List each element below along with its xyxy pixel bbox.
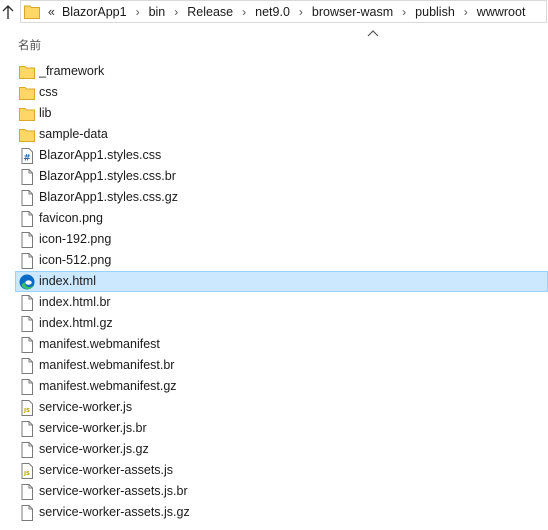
file-icon (19, 169, 35, 185)
file-name: manifest.webmanifest.gz (39, 379, 177, 393)
file-name: service-worker.js.gz (39, 442, 149, 456)
file-row[interactable]: service-worker.js.br (0, 418, 548, 439)
up-arrow-icon[interactable] (1, 4, 15, 20)
edge-browser-icon (19, 274, 35, 290)
file-icon (19, 295, 35, 311)
address-bar[interactable]: « BlazorApp1 › bin › Release › net9.0 › browser-… (20, 0, 547, 23)
file-icon (19, 379, 35, 395)
file-icon (19, 505, 35, 521)
breadcrumb-item[interactable]: BlazorApp1 (61, 5, 128, 19)
file-name: _framework (39, 64, 105, 78)
file-row[interactable]: index.html.br (0, 292, 548, 313)
file-row[interactable]: JS service-worker.js (0, 397, 548, 418)
svg-text:JS: JS (23, 408, 30, 414)
breadcrumb-separator-icon[interactable]: › (291, 5, 311, 19)
file-list: _frameworkcss lib sample-data # BlazorApp1.s… (0, 61, 548, 523)
folder-icon (24, 5, 40, 19)
file-name: manifest.webmanifest.br (39, 358, 175, 372)
breadcrumb-item[interactable]: Release (186, 5, 234, 19)
file-icon (19, 211, 35, 227)
file-name: service-worker-assets.js.gz (39, 505, 190, 519)
breadcrumb-separator-icon[interactable]: › (456, 5, 476, 19)
file-row-selected[interactable]: index.html (15, 271, 548, 292)
file-name: service-worker-assets.js (39, 463, 174, 477)
file-name: service-worker.js (39, 400, 133, 414)
file-name: index.html (39, 274, 96, 288)
file-row[interactable]: BlazorApp1.styles.css.br (0, 166, 548, 187)
breadcrumb-item[interactable]: wwwroot (476, 5, 527, 19)
breadcrumb-overflow-button[interactable]: « (48, 5, 55, 19)
file-icon (19, 232, 35, 248)
js-file-icon: JS (19, 400, 35, 416)
breadcrumb-item[interactable]: browser-wasm (311, 5, 394, 19)
breadcrumb-separator-icon[interactable]: › (394, 5, 414, 19)
file-row[interactable]: manifest.webmanifest.gz (0, 376, 548, 397)
file-icon (19, 484, 35, 500)
js-file-icon: JS (19, 463, 35, 479)
file-icon (19, 253, 35, 269)
file-name: manifest.webmanifest (39, 337, 160, 351)
file-row[interactable]: service-worker-assets.js.br (0, 481, 548, 502)
breadcrumb-separator-icon[interactable]: › (166, 5, 186, 19)
file-row[interactable]: index.html.gz (0, 313, 548, 334)
breadcrumb-item[interactable]: publish (414, 5, 456, 19)
file-icon (19, 421, 35, 437)
file-row[interactable]: manifest.webmanifest (0, 334, 548, 355)
file-row[interactable]: # BlazorApp1.styles.css (0, 145, 548, 166)
column-header: 名前 (18, 30, 548, 58)
file-name: index.html.br (39, 295, 111, 309)
breadcrumb-item[interactable]: net9.0 (254, 5, 291, 19)
folder-icon (19, 127, 35, 143)
file-row[interactable]: icon-512.png (0, 250, 548, 271)
file-row[interactable]: service-worker-assets.js.gz (0, 502, 548, 523)
breadcrumb-separator-icon[interactable]: › (234, 5, 254, 19)
file-icon (19, 190, 35, 206)
column-header-name[interactable]: 名前 (18, 37, 41, 53)
breadcrumb-item[interactable]: bin (148, 5, 167, 19)
breadcrumb: « BlazorApp1 › bin › Release › net9.0 › browser-… (45, 1, 526, 22)
file-row[interactable]: lib (0, 103, 548, 124)
file-name: icon-192.png (39, 232, 112, 246)
svg-text:JS: JS (23, 471, 30, 477)
file-row[interactable]: manifest.webmanifest.br (0, 355, 548, 376)
address-bar-row: « BlazorApp1 › bin › Release › net9.0 › browser-… (0, 0, 548, 24)
folder-icon (19, 64, 35, 80)
file-row[interactable]: JS service-worker-assets.js (0, 460, 548, 481)
folder-icon (19, 85, 35, 101)
file-name: BlazorApp1.styles.css (39, 148, 162, 162)
sort-ascending-icon (367, 30, 379, 37)
file-row[interactable]: service-worker.js.gz (0, 439, 548, 460)
file-name: sample-data (39, 127, 108, 141)
file-name: favicon.png (39, 211, 103, 225)
file-name: BlazorApp1.styles.css.gz (39, 190, 178, 204)
file-name: service-worker.js.br (39, 421, 147, 435)
file-icon (19, 337, 35, 353)
file-row[interactable]: _framework (0, 61, 548, 82)
file-name: service-worker-assets.js.br (39, 484, 188, 498)
file-row[interactable]: css (0, 82, 548, 103)
file-icon (19, 442, 35, 458)
file-icon (19, 316, 35, 332)
file-name: icon-512.png (39, 253, 112, 267)
file-row[interactable]: icon-192.png (0, 229, 548, 250)
svg-text:#: # (23, 154, 31, 164)
css-file-icon: # (19, 148, 35, 164)
file-row[interactable]: BlazorApp1.styles.css.gz (0, 187, 548, 208)
file-row[interactable]: sample-data (0, 124, 548, 145)
breadcrumb-separator-icon[interactable]: › (128, 5, 148, 19)
folder-icon (19, 106, 35, 122)
file-icon (19, 358, 35, 374)
file-name: index.html.gz (39, 316, 113, 330)
file-name: BlazorApp1.styles.css.br (39, 169, 176, 183)
file-name: lib (39, 106, 52, 120)
file-name: css (39, 85, 58, 99)
file-row[interactable]: favicon.png (0, 208, 548, 229)
